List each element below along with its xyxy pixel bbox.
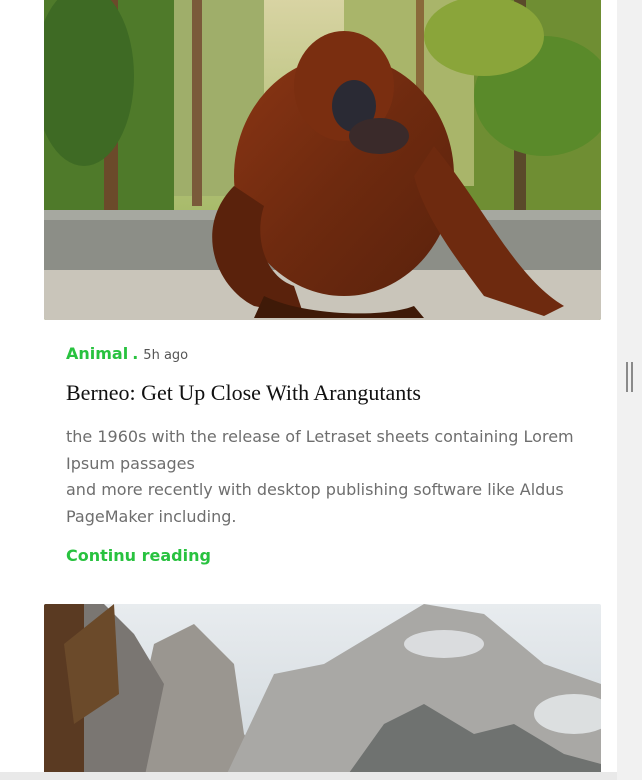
scrollbar-grip-icon[interactable] <box>626 362 633 392</box>
orangutan-photo <box>44 0 601 320</box>
article-title[interactable]: Berneo: Get Up Close With Arangutants <box>66 380 579 406</box>
article-card: Animal . 5h ago Berneo: Get Up Close Wit… <box>44 0 601 565</box>
article-image-orangutan[interactable] <box>44 0 601 320</box>
article-card <box>44 604 601 780</box>
continue-reading-link[interactable]: Continu reading <box>66 546 211 565</box>
mountain-photo <box>44 604 601 780</box>
excerpt-line: the 1960s with the release of Letraset s… <box>66 427 574 473</box>
article-image-mountain[interactable] <box>44 604 601 780</box>
meta-separator: . <box>132 344 139 363</box>
excerpt-line: and more recently with desktop publishin… <box>66 480 564 526</box>
article-body: Animal . 5h ago Berneo: Get Up Close Wit… <box>44 344 601 565</box>
page-viewport: Animal . 5h ago Berneo: Get Up Close Wit… <box>0 0 617 780</box>
post-time: 5h ago <box>143 348 189 363</box>
category-link[interactable]: Animal <box>66 344 128 363</box>
horizontal-scrollbar[interactable] <box>0 772 617 780</box>
article-excerpt: the 1960s with the release of Letraset s… <box>66 424 586 530</box>
vertical-scrollbar[interactable] <box>617 0 642 780</box>
article-meta: Animal . 5h ago <box>66 344 579 363</box>
